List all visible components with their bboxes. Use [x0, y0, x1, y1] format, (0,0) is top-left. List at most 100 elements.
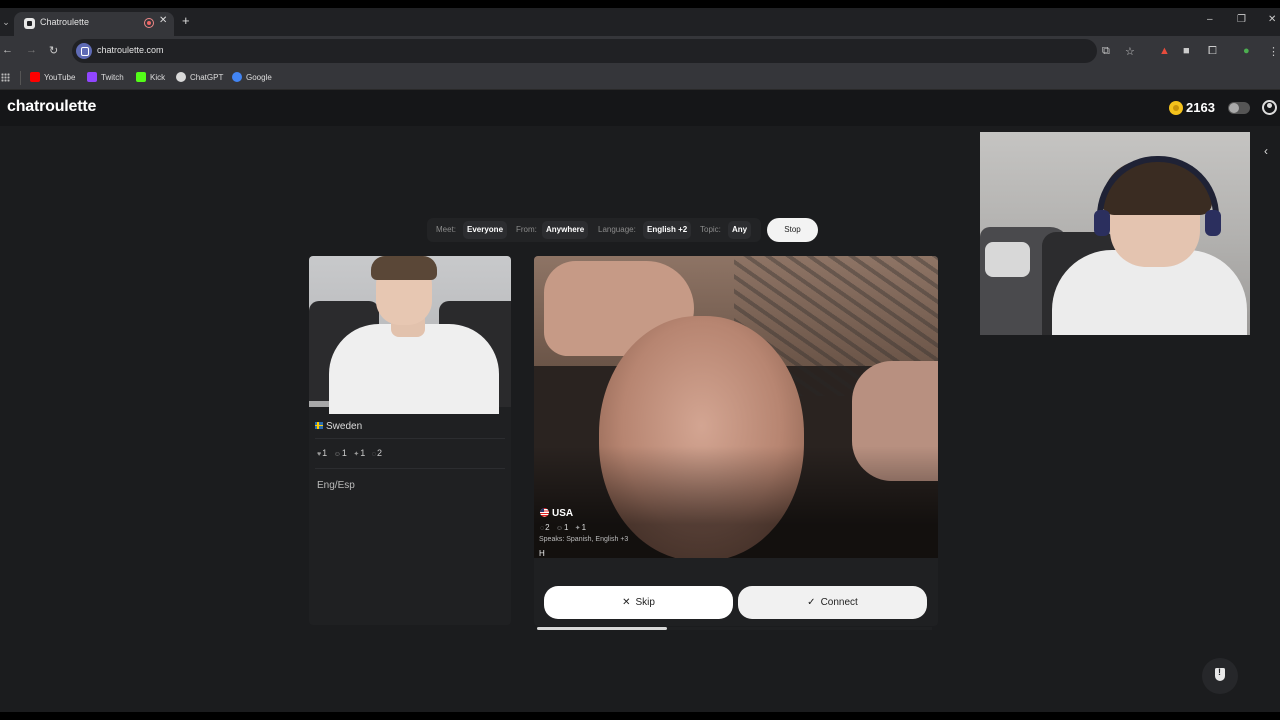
partner-video: USA ◌2 ☺1 ✦1 Speaks: Spanish, English +3… [534, 256, 938, 558]
smile-icon: ☺ [333, 451, 341, 458]
sweden-flag-icon [315, 421, 323, 429]
theme-toggle[interactable] [1228, 102, 1250, 114]
stat-smiles: ☺1 [555, 523, 569, 532]
connect-label: Connect [820, 597, 858, 608]
tab-search-icon[interactable]: ⌄ [0, 14, 12, 30]
bookmark-separator [20, 71, 21, 85]
chatroulette-favicon-icon [24, 18, 35, 29]
connect-button[interactable]: ✓ Connect [738, 586, 927, 619]
usa-flag-icon [540, 507, 549, 517]
youtube-icon [30, 71, 40, 82]
translate-icon[interactable]: ⧉ [1102, 45, 1110, 58]
partner-languages: Speaks: Spanish, English +3 [539, 536, 629, 543]
bookmark-chatgpt[interactable]: ChatGPT [176, 71, 224, 84]
site-logo[interactable]: chatroulette [7, 98, 96, 116]
self-country: Sweden [315, 421, 362, 432]
reload-button[interactable]: ↻ [49, 44, 58, 57]
stat-chats: ◌2 [371, 448, 382, 458]
language-filter[interactable]: English +2 [643, 221, 692, 239]
topic-label: Topic: [700, 225, 721, 234]
profile-avatar-icon[interactable]: ● [1243, 45, 1250, 57]
twitch-icon [87, 71, 97, 82]
collapse-panel-chevron-icon[interactable]: ‹ [1264, 144, 1268, 158]
bookmark-label: YouTube [44, 73, 76, 82]
screen: ⌄ Chatroulette ✕ + – ❐ ✕ ← → ↻ chatroule… [0, 8, 1280, 712]
match-timer-fill [537, 627, 668, 630]
browser-menu-icon[interactable]: ⋮ [1268, 45, 1279, 58]
minimize-button[interactable]: – [1207, 14, 1213, 25]
skip-label: Skip [635, 597, 655, 608]
back-button[interactable]: ← [2, 44, 13, 56]
chatgpt-icon [176, 71, 186, 82]
skip-button[interactable]: ✕ Skip [544, 586, 733, 619]
divider [315, 438, 505, 439]
divider [315, 468, 505, 469]
safety-shield-button[interactable] [1202, 658, 1238, 694]
bookmark-label: Google [246, 73, 272, 82]
browser-tab[interactable]: Chatroulette ✕ [14, 12, 174, 36]
restore-button[interactable]: ❐ [1237, 14, 1246, 25]
bookmark-google[interactable]: Google [232, 71, 272, 84]
site-info-icon[interactable] [76, 43, 92, 59]
match-timer-bar [537, 627, 932, 630]
bookmarks-bar: YouTube Twitch Kick ChatGPT Google [0, 66, 1280, 90]
tab-title: Chatroulette [40, 17, 90, 27]
bookmark-kick[interactable]: Kick [136, 71, 165, 84]
account-icon[interactable] [1262, 100, 1277, 115]
bookmark-label: Twitch [101, 73, 124, 82]
extension-square-icon[interactable]: ■ [1183, 45, 1190, 57]
chat-icon: ◌ [371, 451, 376, 458]
partner-card: USA ◌2 ☺1 ✦1 Speaks: Spanish, English +3… [534, 256, 938, 626]
star-icon: ✦ [353, 451, 360, 458]
heart-icon: ♥ [317, 451, 322, 458]
bookmark-star-icon[interactable]: ☆ [1125, 45, 1135, 58]
own-webcam-feed [980, 132, 1250, 335]
from-filter[interactable]: Anywhere [542, 221, 589, 239]
extensions-puzzle-icon[interactable]: ⧠ [1208, 45, 1217, 58]
meet-label: Meet: [436, 225, 457, 234]
partner-country: USA [540, 507, 574, 519]
self-profile-card: Sweden ♥1 ☺1 ✦1 ◌2 Eng/Esp [309, 256, 511, 625]
star-icon: ✦ [574, 525, 581, 532]
url-text: chatroulette.com [97, 45, 164, 55]
stat-stars: ✦1 [574, 523, 587, 532]
coin-icon [1169, 101, 1183, 115]
match-filters: Meet: Everyone From: Anywhere Language: … [427, 218, 761, 242]
forward-button[interactable]: → [26, 44, 37, 56]
site-header: chatroulette 2163 [0, 90, 1280, 126]
stop-button[interactable]: Stop [767, 218, 818, 242]
topic-filter[interactable]: Any [728, 221, 752, 239]
url-input[interactable]: chatroulette.com [72, 39, 1097, 63]
stat-stars: ✦1 [353, 448, 366, 458]
new-tab-button[interactable]: + [182, 14, 190, 28]
google-icon [232, 71, 242, 82]
stat-likes: ♥1 [317, 448, 328, 458]
from-label: From: [516, 225, 537, 234]
chat-icon: ◌ [540, 525, 545, 532]
kick-icon [136, 71, 146, 82]
partner-bio: H [539, 549, 545, 558]
bookmark-youtube[interactable]: YouTube [30, 71, 76, 84]
extension-icon[interactable]: ▲ [1159, 45, 1170, 57]
self-video-preview [309, 256, 511, 414]
check-icon: ✓ [807, 597, 816, 608]
self-country-label: Sweden [326, 421, 363, 432]
tab-bar: ⌄ Chatroulette ✕ + – ❐ ✕ [0, 8, 1280, 36]
apps-grid-icon[interactable] [1, 73, 10, 82]
recording-icon [144, 18, 154, 28]
smile-icon: ☺ [555, 525, 564, 532]
partner-stats: ◌2 ☺1 ✦1 [540, 523, 590, 532]
partner-country-label: USA [552, 508, 574, 519]
self-stats: ♥1 ☺1 ✦1 ◌2 [317, 448, 386, 458]
window-close-button[interactable]: ✕ [1268, 14, 1276, 25]
meet-filter[interactable]: Everyone [463, 221, 508, 239]
self-bio: Eng/Esp [317, 480, 355, 491]
bookmark-label: ChatGPT [190, 73, 224, 82]
tab-close-icon[interactable]: ✕ [159, 15, 167, 26]
bookmark-twitch[interactable]: Twitch [87, 71, 124, 84]
close-icon: ✕ [622, 597, 631, 608]
coin-balance[interactable]: 2163 [1186, 100, 1215, 115]
address-bar: ← → ↻ chatroulette.com ⧉ ☆ ▲ ■ ⧠ ● ⋮ [0, 36, 1280, 66]
language-label: Language: [598, 225, 636, 234]
stat-chats: ◌2 [540, 523, 550, 532]
